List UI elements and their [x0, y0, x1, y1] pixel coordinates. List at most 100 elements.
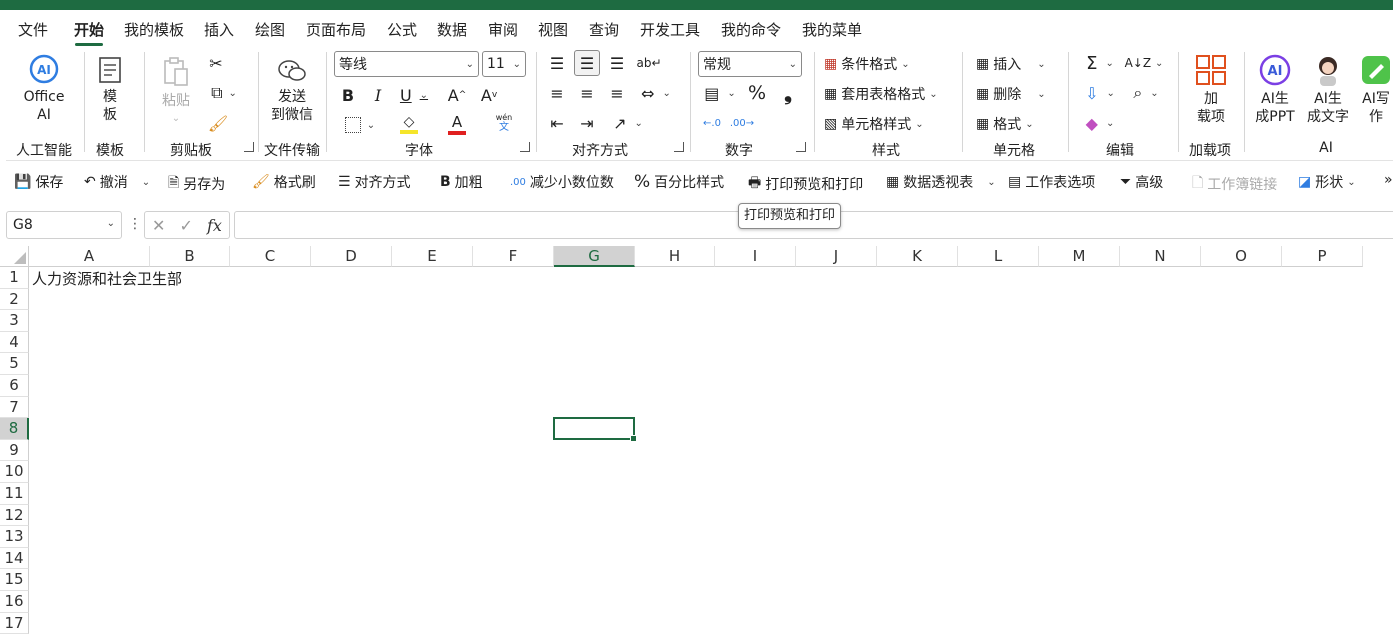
decrease-decimal-icon[interactable]: .00→ [730, 112, 754, 134]
number-launcher-icon[interactable] [796, 142, 806, 152]
row-header-1[interactable]: 1 [0, 267, 29, 289]
align-right-icon[interactable]: ≡ [606, 82, 628, 104]
tab-insert[interactable]: 插入 [204, 19, 234, 40]
format-as-table-button[interactable]: ▦ 套用表格格式 ⌄ [824, 84, 938, 104]
row-header-13[interactable]: 13 [0, 526, 29, 548]
row-header-6[interactable]: 6 [0, 375, 29, 397]
border-icon[interactable]: ⌄ [340, 114, 380, 136]
italic-icon[interactable]: I [368, 84, 388, 106]
qat-advanced-button[interactable]: ⏷ 高级 [1120, 172, 1163, 192]
column-header-a[interactable]: A [29, 246, 150, 267]
tab-developer[interactable]: 开发工具 [640, 19, 700, 40]
qat-shapes-button[interactable]: ◪ 形状 ⌄ [1298, 172, 1356, 192]
row-header-10[interactable]: 10 [0, 461, 29, 483]
tab-my-commands[interactable]: 我的命令 [721, 19, 781, 40]
tab-review[interactable]: 审阅 [488, 19, 518, 40]
paste-button[interactable]: 粘贴 ⌄ [158, 56, 194, 128]
ai-text-button[interactable]: AI生 成文字 [1304, 54, 1352, 126]
qat-workbook-links-button[interactable]: 🗋 工作簿链接 [1192, 172, 1277, 196]
column-header-p[interactable]: P [1282, 246, 1363, 267]
row-header-15[interactable]: 15 [0, 569, 29, 591]
column-header-e[interactable]: E [392, 246, 473, 267]
ai-write-button[interactable]: AI写 作 [1358, 54, 1393, 126]
tab-page-layout[interactable]: 页面布局 [306, 19, 366, 40]
qat-align-button[interactable]: ☰ 对齐方式 [338, 172, 411, 192]
fill-down-icon[interactable]: ⇩ ⌄ [1080, 82, 1120, 104]
qat-save-button[interactable]: 💾 保存 [14, 172, 63, 192]
addins-button[interactable]: 加 载项 [1190, 54, 1232, 126]
row-header-9[interactable]: 9 [0, 439, 29, 462]
column-header-f[interactable]: F [473, 246, 554, 267]
cell-styles-button[interactable]: ▧ 单元格样式 ⌄ [824, 114, 924, 134]
cancel-icon[interactable]: ✕ [152, 216, 165, 235]
column-header-g[interactable]: G [554, 246, 635, 267]
row-header-4[interactable]: 4 [0, 331, 29, 354]
send-to-wechat-button[interactable]: 发送 到微信 [268, 58, 316, 124]
tab-formulas[interactable]: 公式 [387, 19, 417, 40]
spreadsheet-grid[interactable]: ABCDEFGHIJKLMNOP 1 2 3 4 5 6 7 8 9 10 11 12 13 14 15 16… [0, 246, 1393, 640]
align-bottom-icon[interactable]: ☰ [606, 52, 628, 74]
enter-icon[interactable]: ✓ [180, 216, 193, 235]
ai-ppt-button[interactable]: AI AI生 成PPT [1252, 54, 1298, 126]
underline-icon[interactable]: U ⌄ [396, 84, 432, 106]
column-header-m[interactable]: M [1039, 246, 1120, 267]
tab-view[interactable]: 视图 [538, 19, 568, 40]
number-format-select[interactable]: 常规 ⌄ [698, 51, 802, 77]
conditional-format-button[interactable]: ▦ 条件格式 ⌄ [824, 54, 910, 74]
column-header-i[interactable]: I [715, 246, 796, 267]
sort-filter-icon[interactable]: A↓Z ⌄ [1124, 52, 1164, 74]
tab-draw[interactable]: 绘图 [255, 19, 285, 40]
name-box[interactable]: G8 ⌄ [6, 211, 122, 239]
format-painter-icon[interactable]: 🖌 [206, 112, 230, 134]
decrease-font-icon[interactable]: Av [478, 84, 500, 106]
column-header-h[interactable]: H [635, 246, 715, 267]
column-header-c[interactable]: C [230, 246, 311, 267]
font-color-icon[interactable]: A [436, 112, 478, 136]
tab-my-templates[interactable]: 我的模板 [124, 19, 184, 40]
column-header-l[interactable]: L [958, 246, 1039, 267]
more-options-icon[interactable]: ⋮ [128, 216, 142, 232]
qat-format-painter-button[interactable]: 🖌 格式刷 [252, 172, 316, 192]
merge-center-icon[interactable]: ⇔ ⌄ [636, 82, 676, 104]
tab-query[interactable]: 查询 [589, 19, 619, 40]
cell-a1[interactable]: 人力资源和社会卫生部 [32, 268, 182, 289]
bold-icon[interactable]: B [338, 84, 358, 106]
tab-file[interactable]: 文件 [18, 19, 48, 40]
increase-font-icon[interactable]: A ^ [446, 84, 468, 106]
row-header-7[interactable]: 7 [0, 396, 29, 419]
row-header-11[interactable]: 11 [0, 483, 29, 505]
qat-more-icon[interactable]: » [1384, 172, 1393, 188]
font-size-select[interactable]: 11 ⌄ [482, 51, 526, 77]
row-header-8[interactable]: 8 [0, 418, 29, 440]
row-header-17[interactable]: 17 [0, 612, 29, 635]
column-header-j[interactable]: J [796, 246, 877, 267]
font-launcher-icon[interactable] [520, 142, 530, 152]
clear-icon[interactable]: ◆ ⌄ [1080, 112, 1120, 134]
qat-save-as-button[interactable]: 🗎 另存为 [168, 172, 225, 196]
tab-my-menu[interactable]: 我的菜单 [802, 19, 862, 40]
qat-decrease-decimal-button[interactable]: .00 减少小数位数 [510, 172, 614, 192]
fill-color-icon[interactable]: ◇ [388, 112, 430, 136]
find-select-icon[interactable]: ⌕ ⌄ [1126, 82, 1166, 104]
row-header-16[interactable]: 16 [0, 591, 29, 613]
office-ai-button[interactable]: AI Office AI [22, 54, 66, 124]
align-left-icon[interactable]: ≡ [546, 82, 568, 104]
column-header-o[interactable]: O [1201, 246, 1282, 267]
column-header-b[interactable]: B [150, 246, 230, 267]
autosum-icon[interactable]: Σ ⌄ [1080, 52, 1120, 74]
wrap-text-icon[interactable]: ab↵ [636, 50, 662, 76]
row-header-3[interactable]: 3 [0, 310, 29, 332]
phonetic-icon[interactable]: wén 文 [484, 110, 524, 136]
font-name-select[interactable]: 等线 ⌄ [334, 51, 479, 77]
delete-cells-button[interactable]: ▦ 删除 ⌄ [976, 84, 1046, 104]
clipboard-launcher-icon[interactable] [244, 142, 254, 152]
qat-sheet-options-button[interactable]: ▤ 工作表选项 [1008, 172, 1095, 192]
qat-pivot-table-button[interactable]: ▦ 数据透视表 ⌄ [886, 172, 996, 192]
column-header-d[interactable]: D [311, 246, 392, 267]
alignment-launcher-icon[interactable] [674, 142, 684, 152]
cut-icon[interactable]: ✂ [206, 52, 226, 74]
increase-decimal-icon[interactable]: ←.0 [700, 112, 724, 134]
qat-bold-button[interactable]: B 加粗 [440, 172, 483, 192]
percent-icon[interactable]: % [746, 82, 768, 104]
accounting-format-icon[interactable]: ▤ ⌄ [700, 82, 740, 104]
